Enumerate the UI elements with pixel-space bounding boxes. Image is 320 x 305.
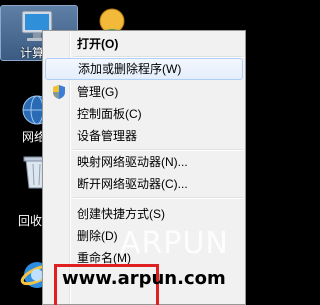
uac-shield-icon: [53, 85, 65, 99]
watermark-url: www.arpun.com: [62, 268, 226, 289]
menu-item-open[interactable]: 打开(O): [45, 33, 243, 55]
menu-item-add-remove-programs[interactable]: 添加或删除程序(W): [45, 58, 243, 80]
menu-item-map-network-drive[interactable]: 映射网络驱动器(N)...: [45, 151, 243, 173]
menu-item-control-panel[interactable]: 控制面板(C): [45, 103, 243, 125]
menu-item-device-manager[interactable]: 设备管理器: [45, 125, 243, 147]
watermark-brand: ARPUN: [120, 226, 229, 261]
menu-item-disconnect-network-drive[interactable]: 断开网络驱动器(C)...: [45, 173, 243, 195]
menu-item-create-shortcut[interactable]: 创建快捷方式(S): [45, 203, 243, 225]
menu-item-manage-label: 管理(G): [77, 85, 119, 99]
menu-item-manage[interactable]: 管理(G): [45, 81, 243, 103]
menu-separator: [73, 197, 243, 199]
